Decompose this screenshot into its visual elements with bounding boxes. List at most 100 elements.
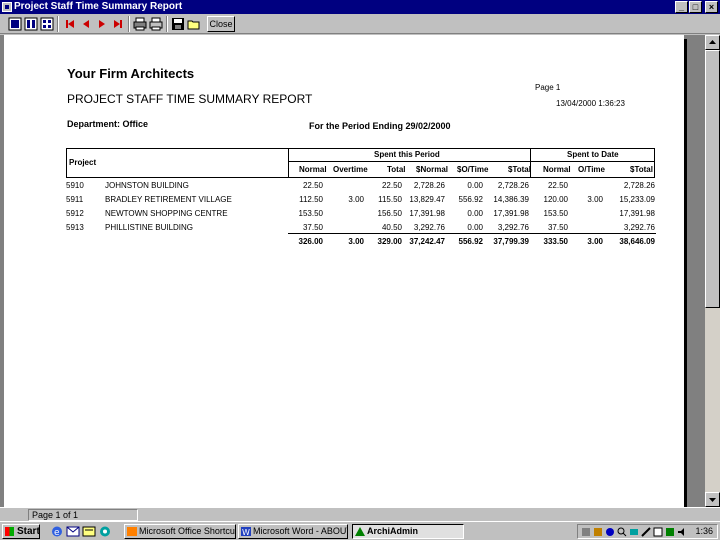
header-otime-to-date: O/Time [578, 165, 605, 174]
header-project: Project [69, 158, 97, 167]
header-normal-to-date: Normal [543, 165, 571, 174]
total-total: 329.00 [377, 237, 402, 246]
totals-divider [288, 233, 656, 234]
show-desktop-icon[interactable] [82, 525, 96, 538]
start-button[interactable]: Start [2, 524, 40, 539]
totals-row: 326.00 3.00 329.00 37,242.47 556.92 37,7… [66, 237, 656, 249]
cell-dollar-total-to-date: 3,292.76 [623, 223, 655, 232]
cell-overtime: 3.00 [348, 195, 364, 204]
scroll-thumb[interactable] [705, 50, 720, 308]
arrow-down-icon [709, 498, 716, 502]
status-bar: Page 1 of 1 [0, 507, 720, 521]
arrow-up-icon [709, 40, 716, 44]
cell-dollar-total-to-date: 17,391.98 [619, 209, 655, 218]
cell-total: 40.50 [381, 223, 402, 232]
vertical-scrollbar[interactable] [705, 35, 720, 507]
tray-app-icon[interactable] [629, 527, 639, 537]
report-timestamp: 13/04/2000 1:36:23 [556, 99, 625, 108]
cell-total: 115.50 [378, 195, 402, 204]
cell-dollar-total: 2,728.26 [497, 181, 529, 190]
report-title: PROJECT STAFF TIME SUMMARY REPORT [67, 92, 313, 106]
cell-dollar-otime: 0.00 [467, 181, 483, 190]
last-page-icon[interactable] [111, 17, 125, 31]
header-dollar-total: $Total [508, 165, 531, 174]
cell-dollar-normal: 2,728.26 [413, 181, 445, 190]
header-spent-date: Spent to Date [567, 150, 619, 159]
task-office-shortcut-bar[interactable]: Microsoft Office Shortcut Bar [124, 524, 236, 539]
toolbar-separator [128, 16, 130, 32]
outlook-express-icon[interactable] [66, 525, 80, 538]
internet-explorer-icon[interactable]: e [50, 525, 64, 538]
system-tray: 1:36 [577, 524, 718, 539]
cell-otime-to-date: 3.00 [587, 195, 603, 204]
task-archiadmin[interactable]: ArchiAdmin [352, 524, 464, 539]
project-code: 5910 [66, 181, 84, 190]
archiadmin-icon [355, 527, 365, 536]
word-icon: W [241, 527, 251, 537]
open-folder-icon[interactable] [187, 17, 201, 31]
close-window-button[interactable]: × [705, 1, 718, 13]
channels-icon[interactable] [98, 525, 112, 538]
close-button[interactable]: Close [207, 16, 235, 32]
total-dollar-total: 37,799.39 [493, 237, 529, 246]
cell-normal-to-date: 120.00 [543, 195, 568, 204]
header-dollar-total-to-date: $Total [630, 165, 653, 174]
header-total: Total [387, 165, 406, 174]
svg-text:W: W [242, 528, 250, 536]
table-row: 5911 BRADLEY RETIREMENT VILLAGE 112.50 3… [66, 195, 656, 207]
previous-page-icon[interactable] [79, 17, 93, 31]
total-normal-to-date: 333.50 [543, 237, 568, 246]
tray-app-icon[interactable] [593, 527, 603, 537]
cell-dollar-total-to-date: 2,728.26 [623, 181, 655, 190]
project-code: 5912 [66, 209, 84, 218]
page-number: Page 1 [535, 83, 561, 92]
page-shadow [684, 39, 687, 507]
print-icon[interactable] [149, 17, 163, 31]
svg-text:e: e [54, 528, 60, 538]
minimize-button[interactable]: _ [675, 1, 688, 13]
project-name: PHILLISTINE BUILDING [105, 223, 194, 232]
task-label: Microsoft Word - ABOUT ... [253, 526, 347, 536]
maximize-button[interactable]: □ [689, 1, 702, 13]
tray-app-icon[interactable] [605, 527, 615, 537]
cell-dollar-total: 3,292.76 [497, 223, 529, 232]
one-page-icon[interactable] [8, 17, 22, 31]
tray-app-icon[interactable] [653, 527, 663, 537]
total-dollar-otime: 556.92 [458, 237, 483, 246]
toolbar-separator [166, 16, 168, 32]
pen-icon[interactable] [641, 527, 651, 537]
scroll-up-button[interactable] [705, 35, 720, 50]
tray-app-icon[interactable] [665, 527, 675, 537]
cell-dollar-otime: 556.92 [458, 195, 483, 204]
save-icon[interactable] [171, 17, 185, 31]
volume-icon[interactable] [677, 527, 687, 537]
task-microsoft-word[interactable]: W Microsoft Word - ABOUT ... [238, 524, 348, 539]
total-otime-to-date: 3.00 [587, 237, 603, 246]
printer-setup-icon[interactable] [133, 17, 147, 31]
header-normal: Normal [299, 165, 327, 174]
cell-normal: 153.50 [298, 209, 323, 218]
cell-dollar-total-to-date: 15,233.09 [619, 195, 655, 204]
header-divider [288, 149, 289, 177]
cell-dollar-normal: 17,391.98 [409, 209, 445, 218]
next-page-icon[interactable] [95, 17, 109, 31]
two-page-icon[interactable] [24, 17, 38, 31]
header-dollar-normal: $Normal [416, 165, 449, 174]
first-page-icon[interactable] [63, 17, 77, 31]
total-dollar-total-to-date: 38,646.09 [619, 237, 655, 246]
department-label: Department: Office [67, 119, 149, 129]
project-name: BRADLEY RETIREMENT VILLAGE [105, 195, 232, 204]
search-icon[interactable] [617, 527, 627, 537]
scroll-down-button[interactable] [705, 492, 720, 507]
tray-app-icon[interactable] [581, 527, 591, 537]
report-page: Your Firm Architects PROJECT STAFF TIME … [4, 35, 684, 507]
task-label: Microsoft Office Shortcut Bar [139, 526, 236, 536]
cell-dollar-normal: 13,829.47 [409, 195, 445, 204]
report-preview-area[interactable]: Your Firm Architects PROJECT STAFF TIME … [0, 35, 705, 507]
header-divider [288, 161, 655, 162]
clock[interactable]: 1:36 [695, 525, 713, 538]
cell-normal-to-date: 37.50 [547, 223, 568, 232]
app-icon [2, 2, 12, 12]
multi-page-icon[interactable] [40, 17, 54, 31]
taskbar: Start e Microsoft Office Shortcut Bar W … [0, 521, 720, 540]
